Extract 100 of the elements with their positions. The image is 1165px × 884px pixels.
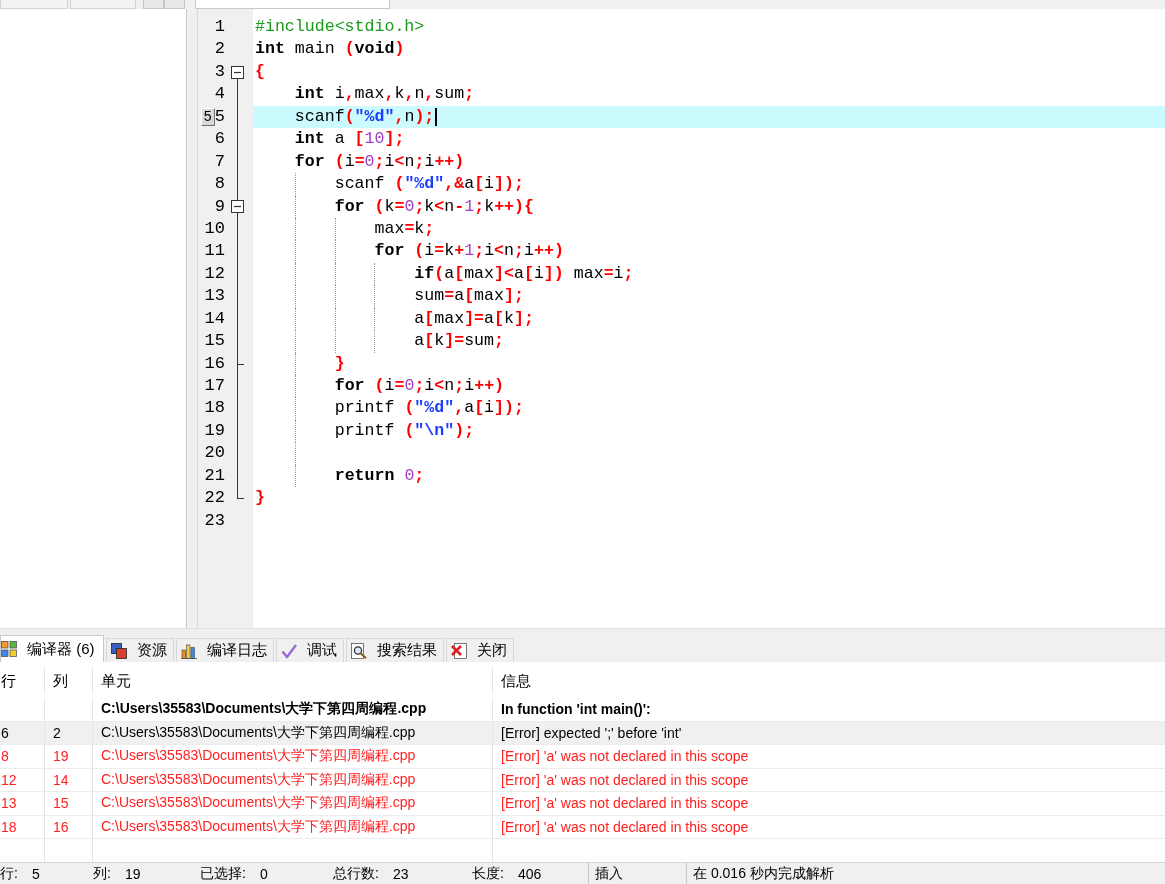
line-number: 2 — [214, 38, 225, 61]
column-header: 行 — [1, 671, 16, 691]
code-line: { — [255, 60, 265, 83]
output-tab[interactable]: 关闭 — [445, 638, 514, 662]
table-row[interactable]: 8 19 C:\Users\35583\Documents\大学下第四周编程.cpp [Error] 'a' was not declared in this scope — [0, 745, 1165, 769]
panel-tab[interactable] — [0, 0, 68, 9]
line-number: 10 — [204, 217, 225, 240]
insert-mode-indicator: 插入 — [595, 864, 623, 883]
panel-button[interactable] — [143, 0, 164, 9]
code-line: max=k; — [374, 217, 435, 240]
code-line: a[k]=sum; — [414, 330, 504, 353]
table-cell: 2 — [53, 724, 61, 741]
line-number: 21 — [204, 464, 225, 487]
table-cell: [Error] 'a' was not declared in this scope — [501, 818, 749, 835]
code-line: printf ("%d",a[i]); — [334, 397, 524, 420]
status-label: 列: — [93, 864, 111, 883]
code-line: printf ("\n"); — [334, 419, 475, 442]
output-tab[interactable]: 编译器 (6) — [0, 635, 104, 662]
code-line: int a [10]; — [294, 128, 405, 151]
table-cell: 12 — [1, 771, 17, 788]
editor-tab[interactable] — [195, 0, 390, 9]
code-line: } — [255, 487, 265, 510]
table-cell: [Error] expected ';' before 'int' — [501, 724, 682, 741]
code-line: int i,max,k,n,sum; — [294, 83, 475, 106]
panel-tab[interactable] — [70, 0, 136, 9]
code-line: for (i=0;i<n;i++) — [334, 375, 505, 397]
table-cell: 8 — [1, 748, 9, 765]
line-number: 8 — [214, 173, 225, 196]
table-cell: [Error] 'a' was not declared in this scope — [501, 771, 749, 788]
line-number: 3 — [214, 60, 225, 83]
table-cell: 18 — [1, 818, 17, 835]
status-value: 406 — [517, 865, 542, 882]
status-label: 已选择: — [200, 864, 246, 883]
table-row[interactable]: 18 16 C:\Users\35583\Documents\大学下第四周编程.cpp [Error] 'a' was not declared in this scope — [0, 815, 1165, 839]
table-cell: C:\Users\35583\Documents\大学下第四周编程.cpp — [101, 747, 416, 766]
close-icon — [450, 642, 467, 659]
output-tab[interactable]: 搜索结果 — [345, 638, 444, 662]
collapse-icon[interactable] — [231, 65, 244, 79]
line-number: 4 — [214, 83, 225, 106]
code-line: a[max]=a[k]; — [414, 307, 534, 330]
grid-icon — [1, 641, 17, 657]
table-row[interactable]: 6 2 C:\Users\35583\Documents\大学下第四周编程.cpp [Error] expected ';' before 'int' — [0, 721, 1165, 745]
output-tab[interactable]: 资源 — [105, 638, 174, 662]
table-cell: C:\Users\35583\Documents\大学下第四周编程.cpp — [101, 700, 427, 719]
line-number: 6 — [214, 128, 225, 151]
table-cell: 14 — [53, 771, 69, 788]
code-line: int main (void) — [255, 38, 405, 61]
line-number: 15 — [204, 330, 225, 353]
bar-chart-icon — [180, 642, 197, 659]
line-number: 7 — [214, 150, 225, 173]
line-number: 12 — [204, 262, 225, 285]
table-cell: 13 — [1, 795, 17, 812]
table-row[interactable]: 13 15 C:\Users\35583\Documents\大学下第四周编程.cpp [Error] 'a' was not declared in this scope — [0, 792, 1165, 816]
table-cell: In function 'int main()': — [501, 701, 651, 718]
search-icon — [350, 642, 367, 659]
line-number: 20 — [204, 442, 225, 465]
table-cell: C:\Users\35583\Documents\大学下第四周编程.cpp — [101, 794, 416, 813]
code-line: for (i=k+1;i<n;i++) — [374, 240, 564, 263]
table-cell: 19 — [53, 748, 69, 765]
status-message: 在 0.016 秒内完成解析 — [693, 864, 834, 883]
line-number: 22 — [204, 487, 225, 510]
panel-button[interactable] — [164, 0, 185, 9]
code-line: #include<stdio.h> — [255, 16, 425, 38]
table-row[interactable]: C:\Users\35583\Documents\大学下第四周编程.cpp In function 'int main()': — [0, 698, 1165, 722]
code-line: scanf("%d",n); — [294, 105, 435, 128]
code-line: for (k=0;k<n-1;k++){ — [334, 195, 534, 218]
status-label: 行: — [0, 864, 18, 883]
status-label: 长度: — [472, 864, 504, 883]
line-number: 16 — [204, 352, 225, 375]
line-number: 23 — [204, 509, 225, 532]
line-number: 18 — [204, 397, 225, 420]
table-cell: 15 — [53, 795, 69, 812]
line-number: 13 — [204, 285, 225, 308]
table-cell: [Error] 'a' was not declared in this scope — [501, 795, 749, 812]
code-line: sum=a[max]; — [414, 285, 524, 308]
line-number: 17 — [204, 375, 225, 397]
line-number: 11 — [204, 240, 225, 263]
table-row[interactable]: 12 14 C:\Users\35583\Documents\大学下第四周编程.cpp [Error] 'a' was not declared in this scope — [0, 768, 1165, 792]
line-number: 9 — [214, 195, 225, 218]
table-cell: C:\Users\35583\Documents\大学下第四周编程.cpp — [101, 723, 416, 742]
column-header: 列 — [53, 671, 68, 691]
table-cell: 6 — [1, 724, 9, 741]
code-line: scanf ("%d",&a[i]); — [334, 173, 524, 196]
stacked-squares-icon — [110, 642, 127, 659]
line-number: 1 — [214, 16, 225, 38]
table-cell: C:\Users\35583\Documents\大学下第四周编程.cpp — [101, 817, 416, 836]
code-line: return 0; — [334, 464, 425, 487]
column-header: 单元 — [101, 671, 131, 691]
table-cell: [Error] 'a' was not declared in this scope — [501, 748, 749, 765]
code-line: for (i=0;i<n;i++) — [294, 150, 465, 173]
collapse-icon[interactable] — [231, 200, 244, 214]
table-cell: C:\Users\35583\Documents\大学下第四周编程.cpp — [101, 770, 416, 789]
line-number: 14 — [204, 307, 225, 330]
text-cursor — [435, 107, 438, 126]
column-header: 信息 — [501, 671, 531, 691]
output-tab[interactable]: 调试 — [275, 638, 344, 662]
status-value: 23 — [392, 865, 409, 882]
code-line: } — [334, 352, 345, 375]
status-value: 0 — [259, 865, 268, 882]
output-tab[interactable]: 编译日志 — [175, 638, 274, 662]
